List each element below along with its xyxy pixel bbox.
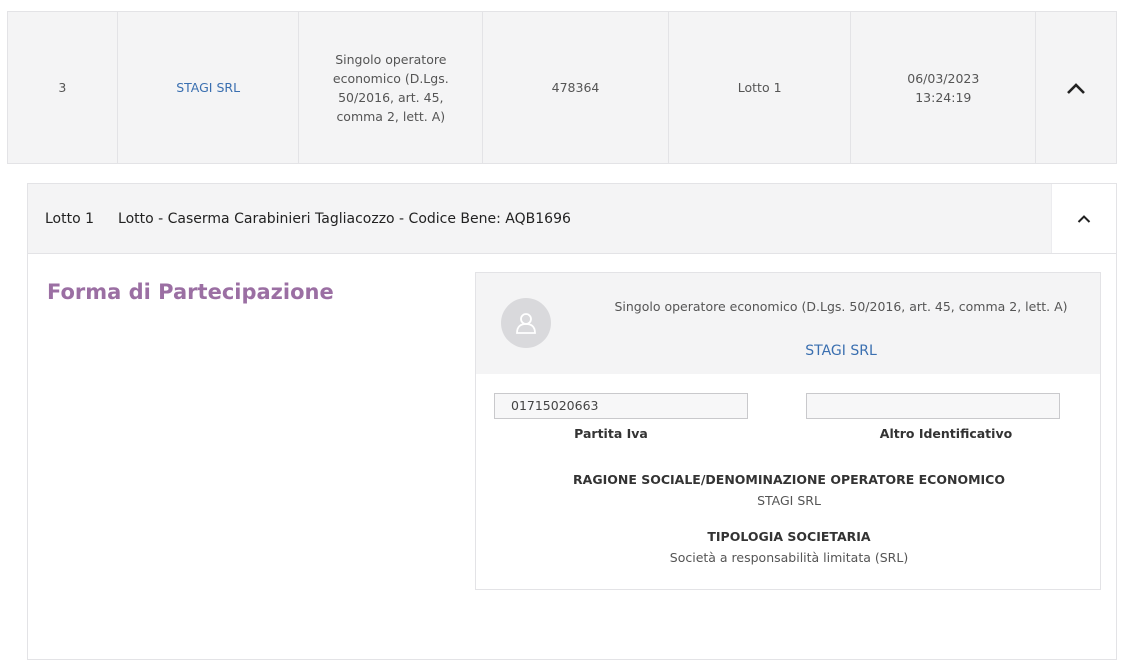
collapse-row-button[interactable] xyxy=(1036,12,1116,163)
offer-code: 478364 xyxy=(483,12,669,163)
operator-name-link[interactable]: STAGI SRL xyxy=(118,12,300,163)
user-silhouette-icon xyxy=(516,313,536,334)
partita-iva-field: 01715020663 xyxy=(494,393,748,419)
operator-card-header: Singolo operatore economico (D.Lgs. 50/2… xyxy=(476,273,1100,374)
lot-header: Lotto 1 Lotto - Caserma Carabinieri Tagl… xyxy=(28,184,1116,254)
submission-datetime: 06/03/2023 13:24:19 xyxy=(851,12,1037,163)
section-title: Forma di Partecipazione xyxy=(47,280,334,304)
lot-title: Lotto - Caserma Carabinieri Tagliacozzo … xyxy=(118,210,571,227)
user-avatar-icon xyxy=(501,298,551,348)
collapse-lot-button[interactable] xyxy=(1051,184,1116,253)
lot-panel: Lotto 1 Lotto - Caserma Carabinieri Tagl… xyxy=(27,183,1117,660)
submission-date: 06/03/2023 xyxy=(907,70,980,86)
altro-identificativo-label: Altro Identificativo xyxy=(879,426,1013,441)
ragione-sociale-title: RAGIONE SOCIALE/DENOMINAZIONE OPERATORE … xyxy=(573,472,1005,487)
chevron-up-icon xyxy=(1067,82,1085,94)
tipologia-value: Società a responsabilità limitata (SRL) xyxy=(669,550,909,565)
participation-type: Singolo operatore economico (D.Lgs. 50/2… xyxy=(299,12,484,163)
partita-iva-label: Partita Iva xyxy=(574,426,648,441)
submission-time: 13:24:19 xyxy=(915,89,972,105)
lot-label: Lotto 1 xyxy=(45,210,95,227)
operator-card: Singolo operatore economico (D.Lgs. 50/2… xyxy=(475,272,1101,590)
row-number: 3 xyxy=(8,12,118,163)
operator-participation-type: Singolo operatore economico (D.Lgs. 50/2… xyxy=(614,299,1068,314)
operator-name-link[interactable]: STAGI SRL xyxy=(596,343,1086,359)
tipologia-title: TIPOLOGIA SOCIETARIA xyxy=(707,529,871,544)
altro-identificativo-field xyxy=(806,393,1060,419)
ragione-sociale-value: STAGI SRL xyxy=(757,493,821,508)
lot-name: Lotto 1 xyxy=(669,12,852,163)
offer-summary-row: 3 STAGI SRL Singolo operatore economico … xyxy=(7,11,1117,164)
chevron-up-icon xyxy=(1077,215,1091,223)
